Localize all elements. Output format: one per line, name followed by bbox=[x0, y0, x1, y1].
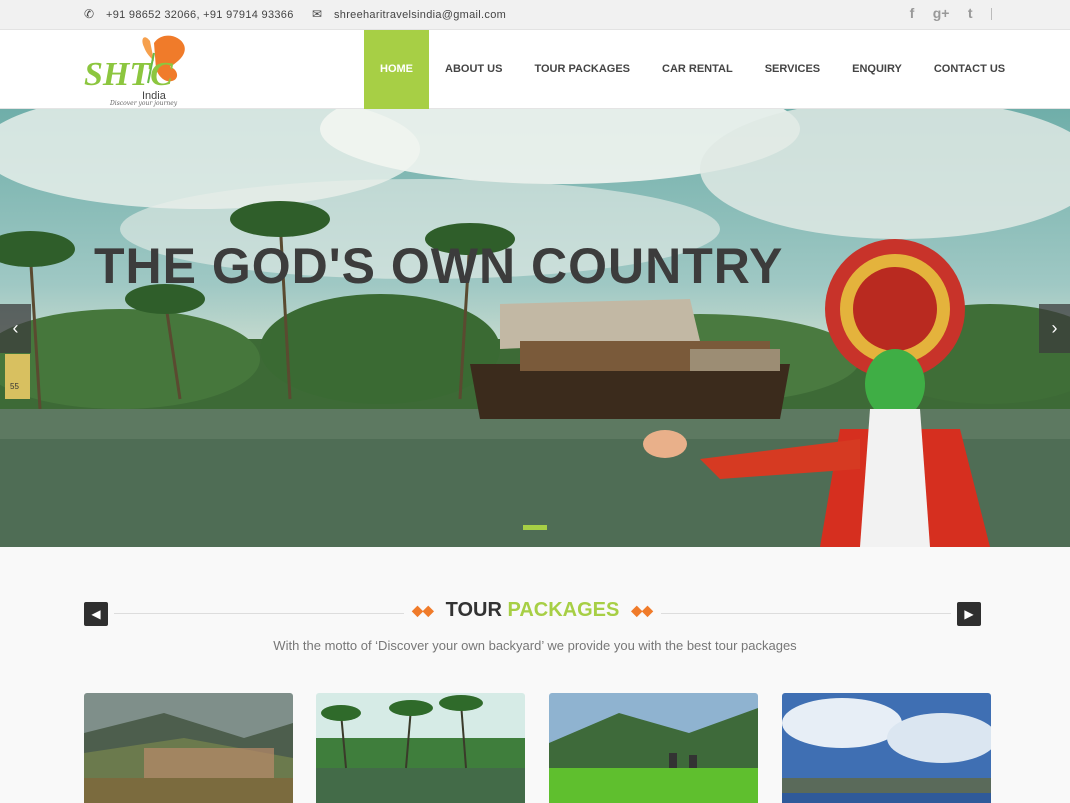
package-image bbox=[316, 693, 525, 803]
site-logo[interactable]: SHTC India Discover your journey bbox=[84, 33, 190, 107]
nav-services[interactable]: SERVICES bbox=[749, 30, 836, 109]
packages-next-button[interactable]: ▶ bbox=[957, 602, 981, 626]
section-subtitle: With the motto of ‘Discover your own bac… bbox=[273, 638, 797, 653]
divider bbox=[991, 7, 992, 20]
nav-enquiry[interactable]: ENQUIRY bbox=[836, 30, 918, 109]
hero-title: THE GOD'S OWN COUNTRY bbox=[94, 238, 784, 294]
package-image bbox=[782, 693, 991, 803]
slider-dot-active[interactable] bbox=[523, 525, 547, 530]
phone-numbers: +91 98652 32066, +91 97914 93366 bbox=[106, 9, 294, 21]
package-card-seaside[interactable] bbox=[782, 693, 991, 803]
section-title-part2: PACKAGES bbox=[507, 599, 620, 621]
hero-image: 55 bbox=[0, 109, 1070, 547]
section-title: ◆◆ TOUR PACKAGES ◆◆ bbox=[84, 599, 981, 622]
package-card-backwaters[interactable] bbox=[316, 693, 525, 803]
logo-main-text: SHTC bbox=[84, 56, 173, 93]
package-card-hill-town[interactable] bbox=[84, 693, 293, 803]
main-nav: HOME ABOUT US TOUR PACKAGES CAR RENTAL S… bbox=[364, 30, 1021, 109]
section-title-part1: TOUR bbox=[445, 599, 502, 621]
phone-contact: ✆ +91 98652 32066, +91 97914 93366 bbox=[84, 7, 294, 21]
slider-pagination bbox=[0, 517, 1070, 535]
twitter-icon[interactable]: t bbox=[968, 5, 973, 21]
package-image bbox=[84, 693, 293, 803]
hero-prev-button[interactable]: ‹ bbox=[0, 304, 31, 353]
social-links: f g+ t bbox=[896, 5, 992, 23]
ornament-icon: ◆◆ bbox=[412, 602, 434, 619]
hero-slider: 55 THE GOD'S OWN COUNTRY ‹ › bbox=[0, 109, 1070, 547]
google-plus-icon[interactable]: g+ bbox=[933, 5, 950, 21]
email-contact[interactable]: ✉ shreeharitravelsindia@gmail.com bbox=[312, 7, 506, 21]
facebook-icon[interactable]: f bbox=[910, 5, 915, 21]
site-header: SHTC India Discover your journey HOME AB… bbox=[0, 30, 1070, 109]
email-address[interactable]: shreeharitravelsindia@gmail.com bbox=[334, 9, 506, 21]
logo-graphic: SHTC India Discover your journey bbox=[84, 35, 185, 107]
top-bar: ✆ +91 98652 32066, +91 97914 93366 ✉ shree… bbox=[0, 0, 1070, 30]
envelope-icon: ✉ bbox=[312, 7, 323, 21]
nav-tour-packages[interactable]: TOUR PACKAGES bbox=[518, 30, 646, 109]
hero-sign-text: 55 bbox=[10, 382, 19, 391]
nav-home[interactable]: HOME bbox=[364, 30, 429, 109]
nav-about-us[interactable]: ABOUT US bbox=[429, 30, 518, 109]
hero-next-button[interactable]: › bbox=[1039, 304, 1070, 353]
tour-packages-header: ◀ ◆◆ TOUR PACKAGES ◆◆ ▶ bbox=[84, 599, 981, 626]
nav-car-rental[interactable]: CAR RENTAL bbox=[646, 30, 749, 109]
phone-icon: ✆ bbox=[84, 7, 95, 21]
package-card-green-valley[interactable] bbox=[549, 693, 758, 803]
nav-contact-us[interactable]: CONTACT US bbox=[918, 30, 1021, 109]
package-image bbox=[549, 693, 758, 803]
ornament-icon: ◆◆ bbox=[631, 602, 653, 619]
logo-tagline: Discover your journey bbox=[109, 100, 178, 107]
